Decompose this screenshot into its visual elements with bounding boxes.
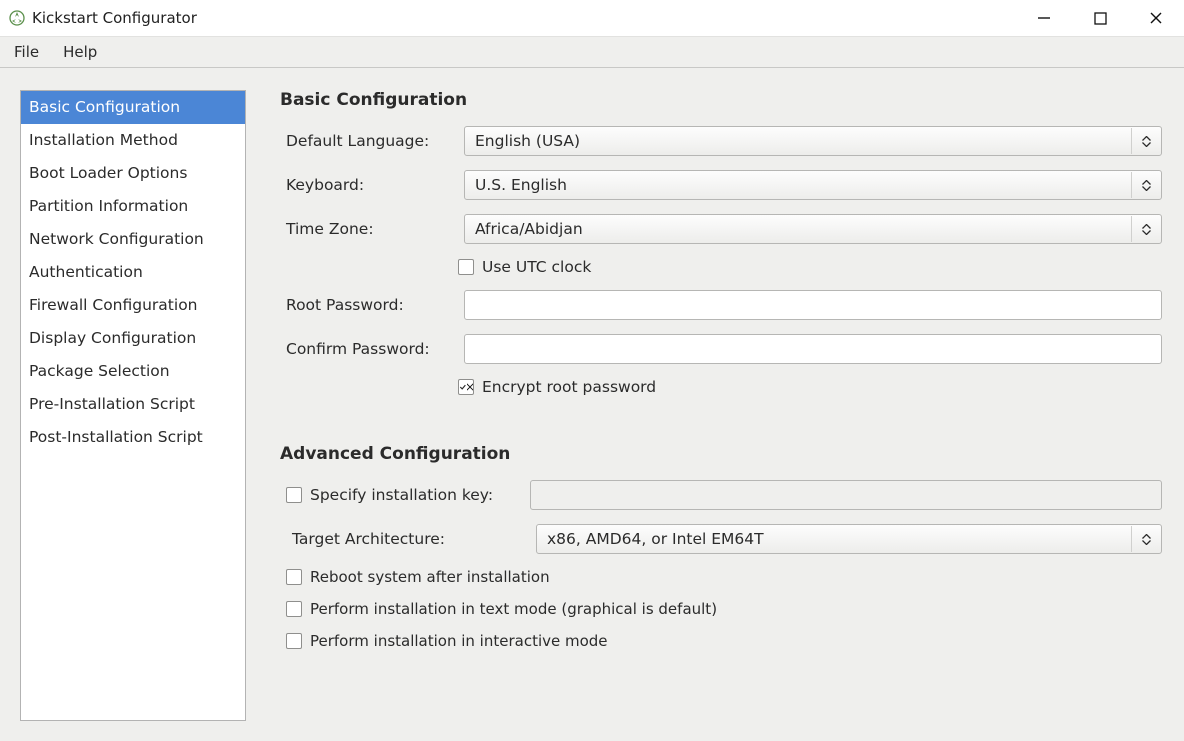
menu-help[interactable]: Help bbox=[59, 41, 101, 63]
label-install-key: Specify installation key: bbox=[310, 486, 493, 504]
content-area: Basic Configuration Installation Method … bbox=[0, 68, 1184, 741]
combo-timezone[interactable]: Africa/Abidjan bbox=[464, 214, 1162, 244]
checkbox-utc[interactable] bbox=[458, 259, 474, 275]
label-interactive: Perform installation in interactive mode bbox=[310, 632, 608, 650]
input-confirm-password[interactable] bbox=[464, 334, 1162, 364]
label-reboot: Reboot system after installation bbox=[310, 568, 550, 586]
combo-default-language-value: English (USA) bbox=[475, 132, 580, 150]
menu-bar: File Help bbox=[0, 37, 1184, 68]
close-button[interactable] bbox=[1142, 4, 1170, 32]
row-keyboard: Keyboard: U.S. English bbox=[280, 170, 1162, 200]
checkbox-reboot[interactable] bbox=[286, 569, 302, 585]
sidebar-item-network-configuration[interactable]: Network Configuration bbox=[21, 223, 245, 256]
label-default-language: Default Language: bbox=[280, 132, 464, 150]
row-confirm-password: Confirm Password: bbox=[280, 334, 1162, 364]
label-timezone: Time Zone: bbox=[280, 220, 464, 238]
sidebar-item-firewall-configuration[interactable]: Firewall Configuration bbox=[21, 289, 245, 322]
label-target-arch: Target Architecture: bbox=[286, 530, 536, 548]
combo-keyboard[interactable]: U.S. English bbox=[464, 170, 1162, 200]
sidebar-item-pre-installation-script[interactable]: Pre-Installation Script bbox=[21, 388, 245, 421]
spinner-icon bbox=[1131, 128, 1160, 154]
sidebar-item-authentication[interactable]: Authentication bbox=[21, 256, 245, 289]
combo-keyboard-value: U.S. English bbox=[475, 176, 567, 194]
row-root-password: Root Password: bbox=[280, 290, 1162, 320]
row-target-arch: Target Architecture: x86, AMD64, or Inte… bbox=[286, 524, 1162, 554]
main-panel: Basic Configuration Default Language: En… bbox=[280, 90, 1162, 721]
app-icon bbox=[8, 9, 26, 27]
sidebar-item-partition-information[interactable]: Partition Information bbox=[21, 190, 245, 223]
label-textmode: Perform installation in text mode (graph… bbox=[310, 600, 717, 618]
row-encrypt: Encrypt root password bbox=[280, 378, 1162, 396]
input-install-key[interactable] bbox=[530, 480, 1162, 510]
advanced-section-title: Advanced Configuration bbox=[280, 444, 1162, 464]
checkbox-install-key[interactable] bbox=[286, 487, 302, 503]
label-encrypt: Encrypt root password bbox=[482, 378, 656, 396]
sidebar-item-basic-configuration[interactable]: Basic Configuration bbox=[21, 91, 245, 124]
minimize-button[interactable] bbox=[1030, 4, 1058, 32]
row-reboot: Reboot system after installation bbox=[286, 568, 1162, 586]
sidebar-item-installation-method[interactable]: Installation Method bbox=[21, 124, 245, 157]
combo-timezone-value: Africa/Abidjan bbox=[475, 220, 583, 238]
row-utc: Use UTC clock bbox=[280, 258, 1162, 276]
row-default-language: Default Language: English (USA) bbox=[280, 126, 1162, 156]
row-interactive: Perform installation in interactive mode bbox=[286, 632, 1162, 650]
sidebar-item-package-selection[interactable]: Package Selection bbox=[21, 355, 245, 388]
input-root-password[interactable] bbox=[464, 290, 1162, 320]
row-textmode: Perform installation in text mode (graph… bbox=[286, 600, 1162, 618]
label-keyboard: Keyboard: bbox=[280, 176, 464, 194]
label-root-password: Root Password: bbox=[280, 296, 464, 314]
label-confirm-password: Confirm Password: bbox=[280, 340, 464, 358]
label-utc: Use UTC clock bbox=[482, 258, 591, 276]
maximize-button[interactable] bbox=[1086, 4, 1114, 32]
title-bar: Kickstart Configurator bbox=[0, 0, 1184, 37]
row-install-key: Specify installation key: bbox=[286, 480, 1162, 510]
spinner-icon bbox=[1131, 216, 1160, 242]
basic-section-title: Basic Configuration bbox=[280, 90, 1162, 110]
combo-target-arch[interactable]: x86, AMD64, or Intel EM64T bbox=[536, 524, 1162, 554]
checkbox-textmode[interactable] bbox=[286, 601, 302, 617]
checkbox-encrypt[interactable] bbox=[458, 379, 474, 395]
window-controls bbox=[1030, 4, 1174, 32]
row-timezone: Time Zone: Africa/Abidjan bbox=[280, 214, 1162, 244]
combo-target-arch-value: x86, AMD64, or Intel EM64T bbox=[547, 530, 764, 548]
combo-default-language[interactable]: English (USA) bbox=[464, 126, 1162, 156]
sidebar-item-post-installation-script[interactable]: Post-Installation Script bbox=[21, 421, 245, 454]
checkbox-interactive[interactable] bbox=[286, 633, 302, 649]
sidebar-item-display-configuration[interactable]: Display Configuration bbox=[21, 322, 245, 355]
spinner-icon bbox=[1131, 526, 1160, 552]
sidebar: Basic Configuration Installation Method … bbox=[20, 90, 246, 721]
window-title: Kickstart Configurator bbox=[32, 9, 197, 27]
sidebar-item-boot-loader-options[interactable]: Boot Loader Options bbox=[21, 157, 245, 190]
spinner-icon bbox=[1131, 172, 1160, 198]
menu-file[interactable]: File bbox=[10, 41, 43, 63]
